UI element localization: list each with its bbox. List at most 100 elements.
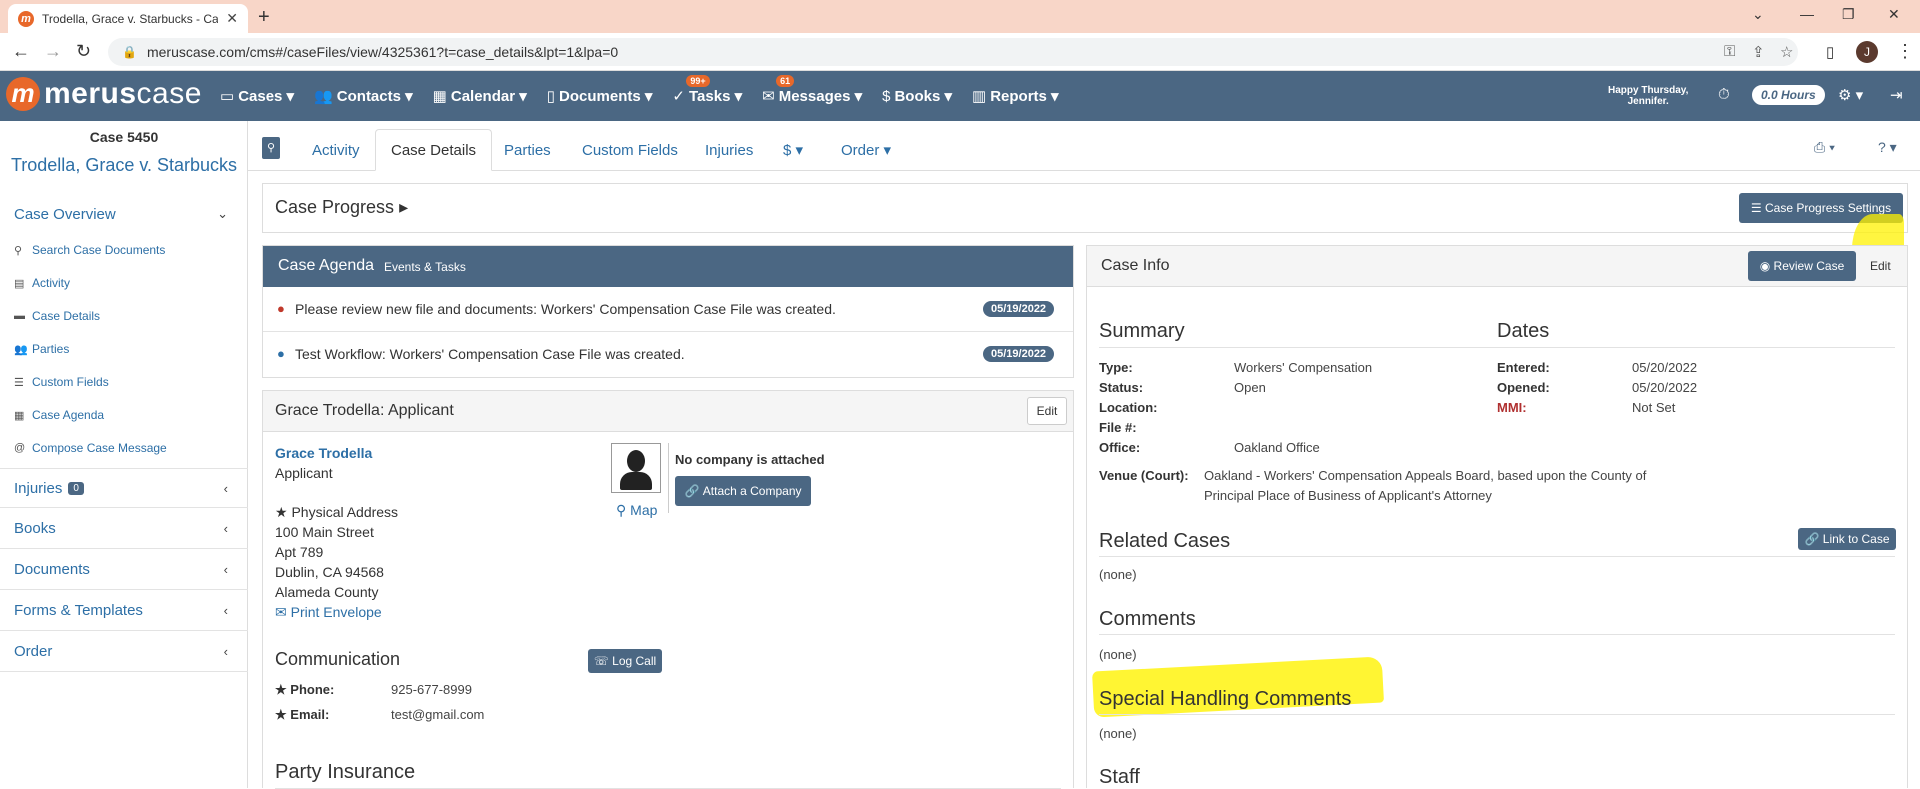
divider [1099, 347, 1895, 348]
type-label: Type: [1099, 360, 1133, 375]
email-label: ★ Email: [275, 707, 329, 723]
case-title[interactable]: Trodella, Grace v. Starbucks [0, 155, 248, 176]
agenda-item[interactable]: ● Test Workflow: Workers' Compensation C… [263, 332, 1073, 377]
applicant-edit-button[interactable]: Edit [1027, 397, 1067, 425]
lock-icon: 🔒 [122, 45, 137, 59]
profile-avatar[interactable]: J [1856, 41, 1878, 63]
sidebar-item-compose-case-message[interactable]: @ Compose Case Message [14, 441, 167, 455]
tab-custom-fields[interactable]: Custom Fields [567, 129, 693, 171]
logo-text-bold: merus [44, 77, 137, 110]
sidebar-section-forms-templates[interactable]: Forms & Templates ‹ [0, 591, 248, 631]
new-tab-icon[interactable]: + [258, 6, 270, 29]
divider [1099, 634, 1895, 635]
minimize-icon[interactable]: — [1800, 6, 1814, 22]
menu-label: Reports [990, 88, 1047, 105]
phone-value[interactable]: 925-677-8999 [391, 682, 472, 697]
print-icon[interactable]: ⎙ ▾ [1814, 139, 1835, 156]
case-info-edit-button[interactable]: Edit [1870, 259, 1891, 273]
sidebar-item-custom-fields[interactable]: ☰ Custom Fields [14, 375, 109, 389]
hours-counter[interactable]: 0.0 Hours [1752, 85, 1825, 105]
tab-search-icon[interactable]: ⌄ [1752, 6, 1764, 23]
phone-label-text: Phone: [290, 682, 335, 697]
entered-label: Entered: [1497, 360, 1550, 375]
menu-tasks[interactable]: 99+ ✓ Tasks ▾ [672, 75, 742, 105]
tab-parties[interactable]: Parties [489, 129, 566, 171]
review-case-button[interactable]: ◉ Review Case [1748, 251, 1856, 281]
browser-tab-bar: m Trodella, Grace v. Starbucks - Cas ✕ +… [0, 0, 1920, 33]
case-agenda-subtitle: Events & Tasks [384, 260, 466, 274]
mmi-label: MMI: [1497, 400, 1527, 415]
star-icon: ★ [275, 504, 288, 520]
menu-documents[interactable]: ▯ Documents ▾ [547, 87, 653, 105]
sidebar-item-activity[interactable]: ▤ Activity [14, 276, 70, 290]
sidebar-section-injuries[interactable]: Injuries 0 ‹ [0, 468, 248, 508]
close-tab-icon[interactable]: ✕ [226, 10, 238, 27]
key-icon[interactable]: ⚿ [1724, 43, 1735, 60]
address-label-text: Physical Address [291, 504, 399, 520]
menu-reports[interactable]: ▥ Reports ▾ [972, 87, 1059, 105]
menu-label: Documents [559, 88, 641, 105]
map-link[interactable]: ⚲ Map [616, 502, 657, 519]
reload-icon[interactable]: ↻ [76, 41, 91, 62]
users-icon: 👥 [314, 88, 333, 105]
help-icon[interactable]: ? ▾ [1878, 139, 1897, 156]
side-panel-icon[interactable]: ▯ [1826, 43, 1834, 61]
meruscase-logo[interactable]: m merus case [6, 77, 202, 111]
tab-billing[interactable]: $ ▾ [768, 129, 818, 171]
attach-company-button[interactable]: 🔗 Attach a Company [675, 476, 811, 506]
office-value: Oakland Office [1234, 440, 1320, 455]
share-icon[interactable]: ⇪ [1752, 43, 1765, 61]
status-value: Open [1234, 380, 1266, 395]
menu-label: Books [894, 88, 941, 105]
sidebar-item-parties[interactable]: 👥 Parties [14, 342, 69, 356]
sidebar-item-case-agenda[interactable]: ▦ Case Agenda [14, 408, 104, 422]
menu-label: Tasks [689, 88, 731, 105]
stopwatch-icon[interactable]: ⏱ [1718, 86, 1730, 103]
logout-icon[interactable]: ⇥ [1890, 86, 1903, 104]
sidebar-item-search-case-documents[interactable]: ⚲ Search Case Documents [14, 243, 165, 257]
link-to-case-button[interactable]: 🔗 Link to Case [1798, 528, 1896, 550]
sidebar-case-overview[interactable]: Case Overview ⌄ [0, 194, 248, 234]
url-field[interactable]: 🔒 meruscase.com/cms#/caseFiles/view/4325… [108, 38, 1798, 66]
restore-icon[interactable]: ❐ [1842, 6, 1855, 23]
office-label: Office: [1099, 440, 1141, 455]
envelope-icon: ✉ [762, 88, 775, 105]
applicant-name[interactable]: Grace Trodella [275, 445, 372, 461]
menu-books[interactable]: $ Books ▾ [882, 87, 952, 105]
case-info-header: Case Info ◉ Review Case Edit [1087, 246, 1907, 287]
log-call-button[interactable]: ☏ Log Call [588, 649, 662, 673]
gear-icon[interactable]: ⚙ ▾ [1838, 86, 1863, 104]
tab-order[interactable]: Order ▾ [826, 129, 906, 171]
menu-calendar[interactable]: ▦ Calendar ▾ [433, 87, 527, 105]
sidebar-section-books[interactable]: Books ‹ [0, 509, 248, 549]
tab-case-details[interactable]: Case Details [375, 129, 493, 171]
menu-contacts[interactable]: 👥 Contacts ▾ [314, 87, 413, 105]
applicant-photo-avatar [611, 443, 661, 493]
bookmark-star-icon[interactable]: ☆ [1780, 43, 1793, 61]
forward-icon[interactable]: → [44, 41, 62, 62]
agenda-item[interactable]: ● Please review new file and documents: … [263, 287, 1073, 332]
person-body-icon [620, 472, 652, 490]
address-bar: ← → ↻ 🔒 meruscase.com/cms#/caseFiles/vie… [0, 33, 1920, 71]
tab-injuries[interactable]: Injuries [690, 129, 768, 171]
print-envelope-link[interactable]: ✉ Print Envelope [275, 604, 382, 621]
menu-messages[interactable]: 61 ✉ Messages ▾ [762, 75, 862, 105]
mmi-value: Not Set [1632, 400, 1676, 415]
url-text: meruscase.com/cms#/caseFiles/view/432536… [146, 44, 619, 60]
sidebar-item-case-details[interactable]: ▬ Case Details [14, 309, 100, 323]
tab-activity[interactable]: Activity [297, 129, 375, 171]
browser-tab[interactable]: m Trodella, Grace v. Starbucks - Cas ✕ [8, 4, 248, 33]
agenda-item-text: Please review new file and documents: Wo… [295, 301, 836, 317]
case-progress-title[interactable]: Case Progress ▸ [275, 197, 408, 218]
communication-title: Communication [275, 649, 401, 669]
search-documents-icon[interactable]: ⚲ [262, 137, 280, 159]
browser-menu-icon[interactable]: ⋮ [1896, 41, 1914, 62]
email-value[interactable]: test@gmail.com [391, 707, 484, 722]
close-window-icon[interactable]: ✕ [1888, 6, 1900, 23]
sidebar-section-order[interactable]: Order ‹ [0, 632, 248, 672]
greeting-line-2: Jennifer. [1627, 96, 1669, 107]
sidebar-section-documents[interactable]: Documents ‹ [0, 550, 248, 590]
document-icon: ▯ [546, 88, 556, 105]
back-icon[interactable]: ← [12, 41, 30, 62]
menu-cases[interactable]: ▭ Cases ▾ [220, 87, 294, 105]
